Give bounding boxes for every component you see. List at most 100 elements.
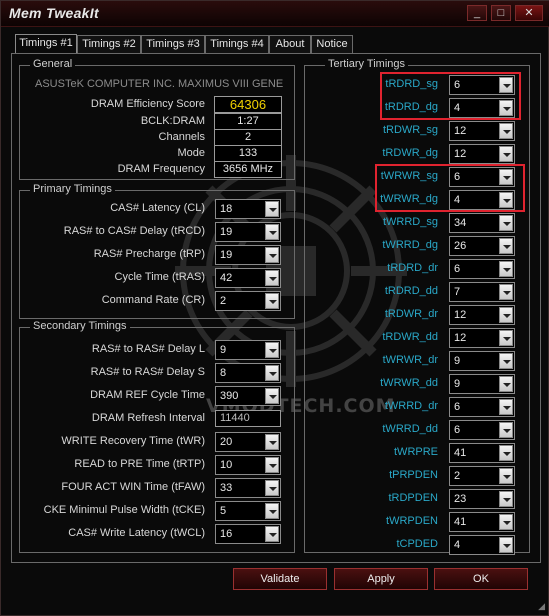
chevron-down-icon[interactable]	[265, 526, 279, 542]
tertiary-combo-5[interactable]: 4	[449, 190, 515, 210]
chevron-down-icon[interactable]	[265, 201, 279, 217]
secondary-label-7: CKE Minimul Pulse Width (tCKE)	[43, 504, 205, 516]
chevron-down-icon[interactable]	[499, 169, 513, 185]
tertiary-combo-8[interactable]: 6	[449, 259, 515, 279]
primary-combo-1-value: 19	[220, 226, 233, 238]
chevron-down-icon[interactable]	[499, 537, 513, 553]
tertiary-combo-13[interactable]: 9	[449, 374, 515, 394]
tertiary-combo-14[interactable]: 6	[449, 397, 515, 417]
primary-combo-4[interactable]: 2	[215, 291, 281, 311]
chevron-down-icon[interactable]	[499, 215, 513, 231]
tertiary-combo-12[interactable]: 9	[449, 351, 515, 371]
tertiary-combo-1[interactable]: 4	[449, 98, 515, 118]
chevron-down-icon[interactable]	[499, 376, 513, 392]
tab-timings-4[interactable]: Timings #4	[205, 35, 269, 54]
chevron-down-icon[interactable]	[499, 491, 513, 507]
tab-timings-1[interactable]: Timings #1	[15, 34, 77, 54]
tertiary-combo-17[interactable]: 2	[449, 466, 515, 486]
chevron-down-icon[interactable]	[499, 238, 513, 254]
tertiary-combo-2[interactable]: 12	[449, 121, 515, 141]
chevron-down-icon[interactable]	[265, 388, 279, 404]
tab-timings-2[interactable]: Timings #2	[77, 35, 141, 54]
tertiary-label-11: tRDWR_dd	[382, 331, 438, 343]
general-label-3: Mode	[177, 147, 205, 159]
chevron-down-icon[interactable]	[265, 434, 279, 450]
tertiary-combo-6[interactable]: 34	[449, 213, 515, 233]
tertiary-combo-20-value: 4	[454, 539, 461, 551]
tab-about[interactable]: About	[269, 35, 311, 54]
chevron-down-icon[interactable]	[499, 146, 513, 162]
primary-combo-1[interactable]: 19	[215, 222, 281, 242]
secondary-combo-5-value: 10	[220, 459, 233, 471]
chevron-down-icon[interactable]	[499, 399, 513, 415]
ok-button[interactable]: OK	[434, 568, 528, 590]
chevron-down-icon[interactable]	[499, 514, 513, 530]
tertiary-label-3: tRDWR_dg	[382, 147, 438, 159]
chevron-down-icon[interactable]	[499, 123, 513, 139]
tertiary-combo-7-value: 26	[454, 240, 467, 252]
minimize-button[interactable]: _	[467, 5, 487, 21]
secondary-combo-7[interactable]: 5	[215, 501, 281, 521]
secondary-combo-6[interactable]: 33	[215, 478, 281, 498]
tertiary-label-6: tWRRD_sg	[382, 216, 438, 228]
secondary-label-6: FOUR ACT WIN Time (tFAW)	[61, 481, 205, 493]
tertiary-combo-3[interactable]: 12	[449, 144, 515, 164]
secondary-combo-4[interactable]: 20	[215, 432, 281, 452]
secondary-combo-2[interactable]: 390	[215, 386, 281, 406]
chevron-down-icon[interactable]	[265, 503, 279, 519]
tertiary-combo-18[interactable]: 23	[449, 489, 515, 509]
tertiary-combo-0[interactable]: 6	[449, 75, 515, 95]
tertiary-label-5: tWRWR_dg	[380, 193, 438, 205]
apply-button[interactable]: Apply	[334, 568, 428, 590]
chevron-down-icon[interactable]	[499, 77, 513, 93]
chevron-down-icon[interactable]	[499, 445, 513, 461]
chevron-down-icon[interactable]	[265, 457, 279, 473]
tab-timings-3[interactable]: Timings #3	[141, 35, 205, 54]
chevron-down-icon[interactable]	[499, 468, 513, 484]
chevron-down-icon[interactable]	[499, 307, 513, 323]
chevron-down-icon[interactable]	[499, 284, 513, 300]
chevron-down-icon[interactable]	[265, 365, 279, 381]
tertiary-combo-14-value: 6	[454, 401, 461, 413]
secondary-combo-5[interactable]: 10	[215, 455, 281, 475]
chevron-down-icon[interactable]	[499, 261, 513, 277]
chevron-down-icon[interactable]	[265, 293, 279, 309]
chevron-down-icon[interactable]	[265, 342, 279, 358]
close-button[interactable]: ✕	[515, 5, 543, 21]
maximize-button[interactable]: □	[491, 5, 511, 21]
general-label-0: DRAM Efficiency Score	[90, 98, 205, 110]
secondary-combo-8[interactable]: 16	[215, 524, 281, 544]
tertiary-combo-4[interactable]: 6	[449, 167, 515, 187]
tab-notice[interactable]: Notice	[311, 35, 353, 54]
tertiary-combo-11[interactable]: 12	[449, 328, 515, 348]
primary-label-1: RAS# to CAS# Delay (tRCD)	[63, 225, 205, 237]
chevron-down-icon[interactable]	[499, 422, 513, 438]
chevron-down-icon[interactable]	[499, 353, 513, 369]
tertiary-label-2: tRDWR_sg	[382, 124, 438, 136]
chevron-down-icon[interactable]	[265, 247, 279, 263]
primary-combo-3[interactable]: 42	[215, 268, 281, 288]
tertiary-combo-7[interactable]: 26	[449, 236, 515, 256]
tertiary-combo-10[interactable]: 12	[449, 305, 515, 325]
chevron-down-icon[interactable]	[499, 100, 513, 116]
tertiary-combo-15[interactable]: 6	[449, 420, 515, 440]
general-value-0: 64306	[214, 96, 282, 113]
tertiary-combo-16[interactable]: 41	[449, 443, 515, 463]
chevron-down-icon[interactable]	[499, 330, 513, 346]
tertiary-label-17: tPRPDEN	[389, 469, 438, 481]
secondary-combo-1[interactable]: 8	[215, 363, 281, 383]
resize-grip-icon[interactable]: ◢	[538, 601, 545, 612]
chevron-down-icon[interactable]	[265, 224, 279, 240]
tertiary-combo-19[interactable]: 41	[449, 512, 515, 532]
secondary-label-4: WRITE Recovery Time (tWR)	[61, 435, 205, 447]
tertiary-label-13: tWRWR_dd	[380, 377, 438, 389]
primary-combo-0[interactable]: 18	[215, 199, 281, 219]
chevron-down-icon[interactable]	[499, 192, 513, 208]
tertiary-combo-9[interactable]: 7	[449, 282, 515, 302]
chevron-down-icon[interactable]	[265, 270, 279, 286]
validate-button[interactable]: Validate	[233, 568, 327, 590]
secondary-combo-0[interactable]: 9	[215, 340, 281, 360]
tertiary-combo-20[interactable]: 4	[449, 535, 515, 555]
primary-combo-2[interactable]: 19	[215, 245, 281, 265]
chevron-down-icon[interactable]	[265, 480, 279, 496]
